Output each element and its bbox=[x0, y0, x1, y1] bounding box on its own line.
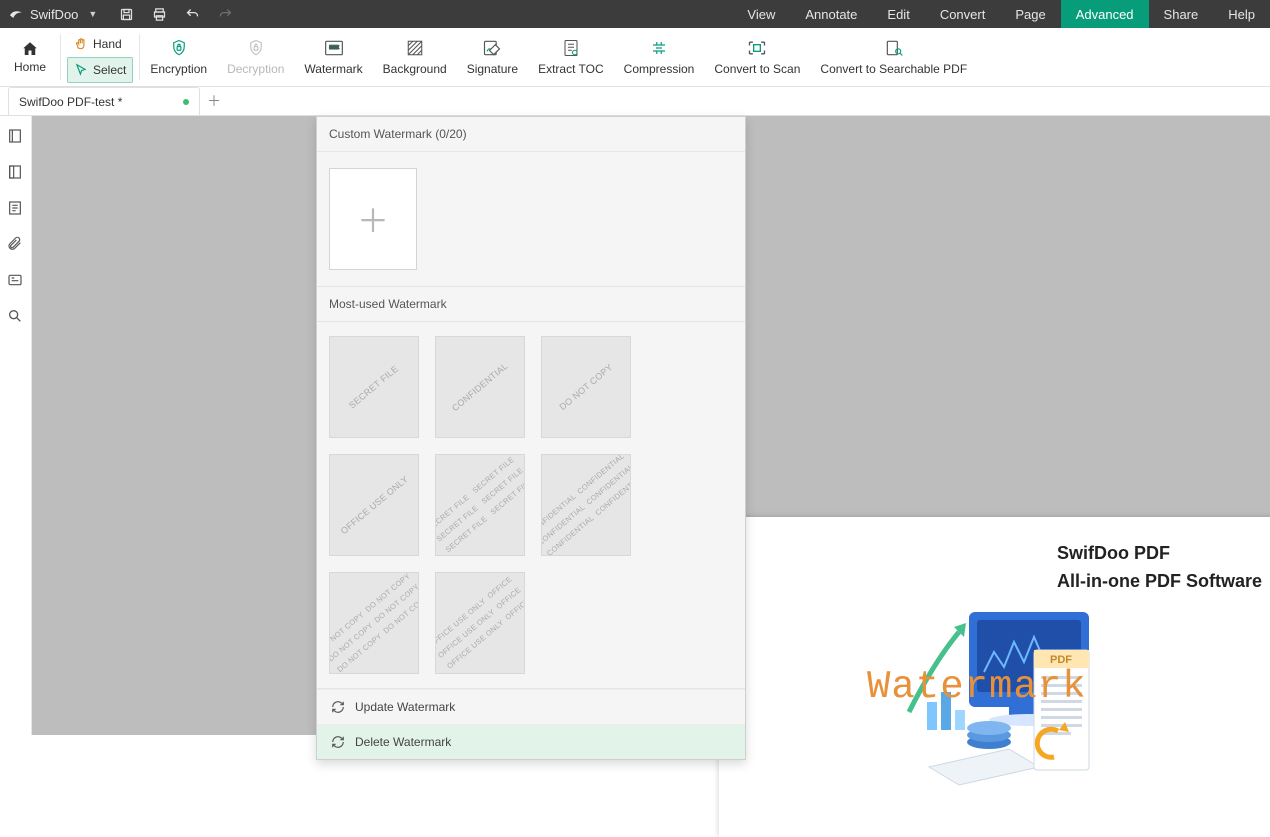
select-label: Select bbox=[93, 63, 126, 77]
preset-do-not-copy-tiled[interactable]: DO NOT COPY DO NOT COPY DO NOT COPY DO N… bbox=[329, 572, 419, 674]
app-dropdown-icon[interactable]: ▼ bbox=[88, 9, 107, 19]
menu-convert[interactable]: Convert bbox=[925, 0, 1001, 28]
workspace: SwifDoo PDF All-in-one PDF Software bbox=[0, 116, 1270, 735]
compression-icon bbox=[648, 38, 670, 58]
preset-secret-file-tiled[interactable]: SECRET FILE SECRET FILE SECRET FILE SECR… bbox=[435, 454, 525, 556]
encryption-button[interactable]: Encryption bbox=[140, 28, 217, 86]
cursor-icon bbox=[74, 63, 88, 77]
pointer-tools: Hand Select bbox=[61, 28, 139, 86]
title-bar: SwifDoo ▼ View Annotate Edit Convert Pag… bbox=[0, 0, 1270, 28]
update-watermark-row[interactable]: Update Watermark bbox=[317, 689, 745, 724]
convert-searchable-button[interactable]: Convert to Searchable PDF bbox=[810, 28, 977, 86]
document-tab[interactable]: SwifDoo PDF-test * bbox=[8, 87, 200, 115]
background-button[interactable]: Background bbox=[373, 28, 457, 86]
watermark-button[interactable]: MARK Watermark bbox=[294, 28, 372, 86]
bookmarks-icon[interactable] bbox=[7, 164, 25, 182]
convert-scan-label: Convert to Scan bbox=[714, 62, 800, 76]
add-watermark-tile[interactable]: ＋ bbox=[329, 168, 417, 270]
searchable-icon bbox=[883, 38, 905, 58]
extract-toc-label: Extract TOC bbox=[538, 62, 604, 76]
toc-icon bbox=[560, 38, 582, 58]
scan-icon bbox=[746, 38, 768, 58]
home-label: Home bbox=[14, 60, 46, 74]
extract-toc-button[interactable]: Extract TOC bbox=[528, 28, 614, 86]
decryption-label: Decryption bbox=[227, 62, 284, 76]
plus-icon: ＋ bbox=[357, 196, 389, 242]
menu-share[interactable]: Share bbox=[1149, 0, 1214, 28]
custom-watermark-heading: Custom Watermark (0/20) bbox=[317, 117, 745, 152]
doc-title-2: All-in-one PDF Software bbox=[1057, 571, 1262, 592]
hand-icon bbox=[74, 37, 88, 51]
attachments-icon[interactable] bbox=[7, 236, 25, 254]
hand-tool[interactable]: Hand bbox=[67, 31, 133, 57]
preset-confidential-tiled[interactable]: CONFIDENTIAL CONFIDENTIAL CONFIDENTIAL C… bbox=[541, 454, 631, 556]
select-tool[interactable]: Select bbox=[67, 57, 133, 83]
preset-office-use-only-tiled[interactable]: OFFICE USE ONLY OFFICE OFFICE USE ONLY O… bbox=[435, 572, 525, 674]
app-name: SwifDoo bbox=[30, 7, 82, 22]
convert-scan-button[interactable]: Convert to Scan bbox=[704, 28, 810, 86]
watermark-panel: Custom Watermark (0/20) ＋ Most-used Wate… bbox=[316, 116, 746, 760]
signature-icon bbox=[481, 38, 503, 58]
preset-secret-file[interactable]: SECRET FILE bbox=[329, 336, 419, 438]
left-rail bbox=[0, 116, 32, 735]
menu-annotate[interactable]: Annotate bbox=[790, 0, 872, 28]
preset-do-not-copy[interactable]: DO NOT COPY bbox=[541, 336, 631, 438]
home-icon bbox=[20, 40, 40, 58]
ribbon-toolbar: Home Hand Select Encryption Decryption M… bbox=[0, 28, 1270, 87]
lock-icon bbox=[168, 38, 190, 58]
delete-refresh-icon bbox=[331, 735, 345, 749]
save-icon[interactable] bbox=[119, 7, 134, 22]
document-tab-label: SwifDoo PDF-test * bbox=[19, 95, 122, 109]
hand-label: Hand bbox=[93, 37, 122, 51]
custom-watermark-area: ＋ bbox=[317, 152, 745, 287]
canvas-area[interactable]: SwifDoo PDF All-in-one PDF Software bbox=[32, 116, 1270, 735]
convert-searchable-label: Convert to Searchable PDF bbox=[820, 62, 967, 76]
fields-icon[interactable] bbox=[7, 272, 25, 290]
unsaved-indicator-icon bbox=[183, 99, 189, 105]
search-icon[interactable] bbox=[7, 308, 25, 326]
preset-grid: SECRET FILE CONFIDENTIAL DO NOT COPY OFF… bbox=[317, 322, 745, 689]
thumbnails-icon[interactable] bbox=[7, 128, 25, 146]
menu-edit[interactable]: Edit bbox=[872, 0, 924, 28]
menu-advanced[interactable]: Advanced bbox=[1061, 0, 1149, 28]
decryption-button[interactable]: Decryption bbox=[217, 28, 294, 86]
undo-icon[interactable] bbox=[185, 7, 200, 22]
encryption-label: Encryption bbox=[150, 62, 207, 76]
watermark-label: Watermark bbox=[304, 62, 362, 76]
delete-watermark-row[interactable]: Delete Watermark bbox=[317, 724, 745, 759]
signature-label: Signature bbox=[467, 62, 518, 76]
redo-icon[interactable] bbox=[218, 7, 233, 22]
watermark-sample-text: Watermark bbox=[867, 665, 1087, 709]
document-tab-bar: SwifDoo PDF-test * ＋ bbox=[0, 87, 1270, 116]
quick-access-toolbar bbox=[113, 7, 233, 22]
title-left: SwifDoo ▼ bbox=[0, 0, 233, 28]
background-label: Background bbox=[383, 62, 447, 76]
add-tab-button[interactable]: ＋ bbox=[200, 87, 228, 115]
compression-label: Compression bbox=[624, 62, 695, 76]
delete-watermark-label: Delete Watermark bbox=[355, 735, 451, 749]
menu-page[interactable]: Page bbox=[1000, 0, 1060, 28]
mostused-heading: Most-used Watermark bbox=[317, 287, 745, 322]
update-watermark-label: Update Watermark bbox=[355, 700, 455, 714]
home-button[interactable]: Home bbox=[0, 28, 60, 86]
compression-button[interactable]: Compression bbox=[614, 28, 705, 86]
main-menu: View Annotate Edit Convert Page Advanced… bbox=[732, 0, 1270, 28]
doc-title-1: SwifDoo PDF bbox=[1057, 543, 1170, 564]
preset-office-use-only[interactable]: OFFICE USE ONLY bbox=[329, 454, 419, 556]
print-icon[interactable] bbox=[152, 7, 167, 22]
watermark-icon: MARK bbox=[323, 38, 345, 58]
annotations-icon[interactable] bbox=[7, 200, 25, 218]
document-page: SwifDoo PDF All-in-one PDF Software bbox=[719, 517, 1270, 837]
preset-confidential[interactable]: CONFIDENTIAL bbox=[435, 336, 525, 438]
app-logo-icon bbox=[8, 6, 24, 22]
refresh-icon bbox=[331, 700, 345, 714]
signature-button[interactable]: Signature bbox=[457, 28, 528, 86]
background-icon bbox=[404, 38, 426, 58]
unlock-icon bbox=[245, 38, 267, 58]
svg-text:MARK: MARK bbox=[329, 45, 339, 49]
menu-help[interactable]: Help bbox=[1213, 0, 1270, 28]
menu-view[interactable]: View bbox=[732, 0, 790, 28]
